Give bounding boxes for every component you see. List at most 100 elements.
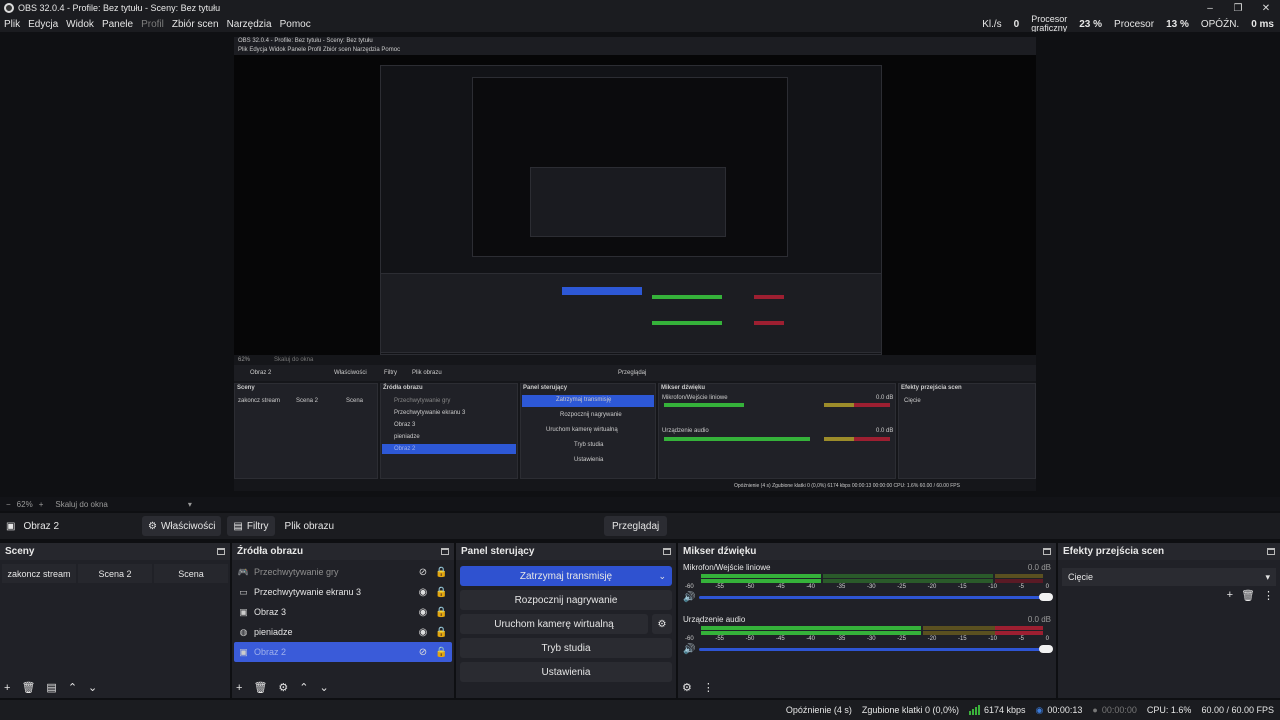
chevron-down-icon[interactable]: ⌄ [320, 681, 329, 694]
meter-scale: -60 -55 -50 -45 -40 -35 -30 -25 -20 -15 -10 -5 0 [683, 584, 1051, 590]
more-menu-icon[interactable]: ⋮ [1263, 589, 1274, 602]
trash-icon[interactable]: 🗑 [21, 681, 35, 694]
trash-icon[interactable]: 🗑 [1241, 589, 1255, 602]
menu-scene-collection[interactable]: Zbiór scen [168, 19, 223, 30]
add-icon[interactable]: + [4, 682, 10, 694]
channel-db: 0.0 dB [1027, 563, 1051, 572]
zoom-out-button[interactable]: − [6, 500, 11, 509]
chevron-up-icon[interactable]: ⌃ [68, 681, 77, 694]
fps-label: Kl./s [982, 18, 1002, 30]
source-item[interactable]: ◍ pieniadze ◉ 🔒 [234, 622, 452, 642]
virtual-camera-button[interactable]: Uruchom kamerę wirtualną [460, 614, 648, 634]
scale-tick: -50 [745, 636, 755, 642]
source-item[interactable]: 🎮 Przechwytywanie gry ⊘ 🔒 [234, 562, 452, 582]
scale-tick: -35 [836, 636, 846, 642]
menu-docks[interactable]: Panele [98, 19, 137, 30]
lock-icon[interactable]: 🔒 [435, 647, 447, 658]
maximize-button[interactable]: ❐ [1224, 0, 1252, 16]
chevron-down-icon[interactable]: ⌄ [658, 571, 666, 582]
scene-item[interactable]: zakoncz stream [2, 564, 76, 583]
eye-icon[interactable]: ◉ [417, 587, 429, 598]
nested-title: OBS 32.0.4 - Profile: Bez tytułu - Sceny… [234, 37, 1036, 46]
undock-icon[interactable] [441, 548, 449, 555]
nested-audio-meter-r [854, 437, 890, 441]
gear-icon[interactable]: ⚙ [682, 681, 692, 694]
minimize-button[interactable]: – [1196, 0, 1224, 16]
more-menu-icon[interactable]: ⋮ [703, 681, 714, 694]
browse-button[interactable]: Przeglądaj [604, 516, 668, 536]
performance-stats: Kl./s 0 Procesor graficzny 23 % Procesor… [982, 15, 1274, 33]
settings-button[interactable]: Ustawienia [460, 662, 672, 682]
add-icon[interactable]: + [1227, 589, 1233, 602]
eye-icon[interactable]: ◉ [417, 627, 429, 638]
volume-slider[interactable] [699, 593, 1053, 601]
gear-icon[interactable]: ⚙ [652, 614, 672, 634]
filters-button[interactable]: ▤ Filtry [227, 516, 275, 536]
eye-slash-icon[interactable]: ⊘ [417, 647, 429, 658]
properties-label: Właściwości [160, 520, 216, 532]
controls-dock: Panel sterujący Zatrzymaj transmisję ⌄ R… [456, 543, 676, 698]
gear-icon[interactable]: ⚙ [278, 681, 288, 694]
fps-status: 60.00 / 60.00 FPS [1201, 705, 1274, 715]
source-item[interactable]: ▣ Obraz 3 ◉ 🔒 [234, 602, 452, 622]
eye-slash-icon[interactable]: ⊘ [417, 567, 429, 578]
chevron-up-icon[interactable]: ⌃ [299, 681, 308, 694]
menu-view[interactable]: Widok [62, 19, 98, 30]
source-item[interactable]: ▭ Przechwytywanie ekranu 3 ◉ 🔒 [234, 582, 452, 602]
filter-icon[interactable]: ▤ [46, 681, 56, 694]
trash-icon[interactable]: 🗑 [253, 681, 267, 694]
speaker-icon[interactable]: 🔊 [683, 592, 695, 603]
transition-select[interactable]: Cięcie ▾ [1062, 568, 1276, 586]
gpu-label: Procesor graficzny [1031, 15, 1067, 33]
scale-tick: -45 [775, 636, 785, 642]
preview-canvas[interactable]: OBS 32.0.4 - Profile: Bez tytułu - Sceny… [234, 37, 1036, 491]
signal-icon [968, 705, 980, 715]
image-icon: ▣ [239, 646, 248, 657]
scale-select[interactable]: Skaluj do okna [55, 500, 107, 509]
eye-icon[interactable]: ◉ [417, 607, 429, 618]
zoom-in-button[interactable]: + [39, 500, 44, 509]
scale-tick: -55 [715, 584, 724, 590]
undock-icon[interactable] [1267, 548, 1275, 555]
volume-slider[interactable] [699, 645, 1053, 653]
stop-stream-label: Zatrzymaj transmisję [519, 570, 613, 582]
source-item-selected[interactable]: ▣ Obraz 2 ⊘ 🔒 [234, 642, 452, 662]
scale-tick: -10 [988, 584, 997, 590]
gpu-value: 23 % [1079, 18, 1103, 30]
volume-slider-knob[interactable] [1039, 593, 1053, 601]
undock-icon[interactable] [1043, 548, 1051, 555]
browser-icon: ◍ [239, 626, 248, 637]
menu-file[interactable]: Plik [0, 19, 24, 30]
stop-stream-button[interactable]: Zatrzymaj transmisję ⌄ [460, 566, 672, 586]
menu-help[interactable]: Pomoc [276, 19, 315, 30]
undock-icon[interactable] [217, 548, 225, 555]
add-icon[interactable]: + [236, 682, 242, 694]
undock-icon[interactable] [663, 548, 671, 555]
delay-status: Opóźnienie (4 s) [785, 705, 852, 715]
menu-edit[interactable]: Edycja [24, 19, 62, 30]
lock-icon[interactable]: 🔒 [435, 627, 447, 638]
chevron-down-icon[interactable]: ⌄ [88, 681, 97, 694]
menu-tools[interactable]: Narzędzia [223, 19, 276, 30]
nested-mixer-title: Mikser dźwięku [661, 385, 706, 391]
lock-icon[interactable]: 🔒 [435, 567, 447, 578]
start-recording-button[interactable]: Rozpocznij nagrywanie [460, 590, 672, 610]
scene-item[interactable]: Scena [154, 564, 228, 583]
scene-item[interactable]: Scena 2 [78, 564, 152, 583]
nested-btn-3: Uruchom kamerę wirtualną [546, 427, 618, 433]
chevron-down-icon[interactable]: ▾ [188, 500, 192, 509]
studio-mode-button[interactable]: Tryb studia [460, 638, 672, 658]
lock-icon[interactable]: 🔒 [435, 607, 447, 618]
nested-controls-title: Panel sterujący [523, 385, 568, 391]
volume-slider-knob[interactable] [1039, 645, 1053, 653]
properties-button[interactable]: ⚙ Właściwości [142, 516, 222, 536]
lock-icon[interactable]: 🔒 [435, 587, 447, 598]
speaker-icon[interactable]: 🔊 [683, 644, 695, 655]
transition-selected: Cięcie [1068, 572, 1094, 582]
cpu-label: Procesor [1114, 18, 1155, 30]
menu-profile[interactable]: Profil [137, 19, 168, 30]
close-button[interactable]: ✕ [1252, 0, 1280, 16]
preview-area[interactable]: OBS 32.0.4 - Profile: Bez tytułu - Sceny… [0, 32, 1280, 497]
nested-inner-meter-4 [754, 321, 784, 325]
context-source: ▣ Obraz 2 [6, 521, 142, 532]
